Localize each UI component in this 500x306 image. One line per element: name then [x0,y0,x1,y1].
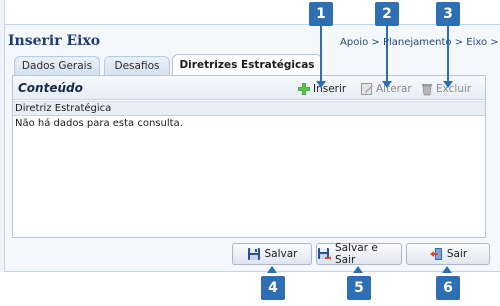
floppy-disk-icon [247,247,261,261]
floppy-disk-exit-icon [317,247,331,261]
plus-icon [297,82,311,96]
save-and-exit-label: Salvar e Sair [335,242,378,266]
content-title: Conteúdo [18,81,83,95]
tab-label: Dados Gerais [21,60,93,72]
callout-arrowhead [353,266,363,273]
tab-diretrizes-estrategicas[interactable]: Diretrizes Estratégicas [172,54,322,75]
callout-arrowhead [442,266,452,273]
save-button[interactable]: Salvar [232,243,312,265]
callout-arrowhead [382,81,392,88]
callout-arrowhead [443,81,453,88]
edit-icon [360,82,374,96]
tab-dados-gerais[interactable]: Dados Gerais [14,56,100,75]
callout-badge: 3 [436,2,460,26]
breadcrumb[interactable]: Apoio > Planejamento > Eixo > [340,37,499,48]
grid-empty-message: Não há dados para esta consulta. [15,118,183,129]
delete-label: Excluir [436,83,472,95]
trash-icon [420,82,434,96]
exit-label: Sair [446,248,468,260]
callout-badge: 4 [261,276,285,300]
tab-desafios[interactable]: Desafios [104,56,170,75]
callout-badge: 6 [436,276,460,300]
callout-arrowhead [316,81,326,88]
page-title: Inserir Eixo [8,33,101,49]
callout-arrowhead [267,266,277,273]
callout-badge: 5 [347,276,371,300]
callout-badge: 1 [309,2,333,26]
exit-button[interactable]: Sair [406,243,490,265]
grid-column-header[interactable]: Diretriz Estratégica [13,101,485,116]
content-section: Conteúdo Inserir Alterar Excluir Diretri… [12,75,486,238]
exit-door-icon [429,247,443,261]
tab-label: Desafios [114,60,160,72]
save-label: Salvar [264,248,298,260]
tab-label: Diretrizes Estratégicas [179,59,315,71]
callout-badge: 2 [375,2,399,26]
save-and-exit-button[interactable]: Salvar e Sair [316,242,402,266]
callout-arrow [320,26,322,82]
callout-arrow [386,26,388,82]
callout-arrow [447,26,449,82]
content-header: Conteúdo Inserir Alterar Excluir [13,76,485,100]
